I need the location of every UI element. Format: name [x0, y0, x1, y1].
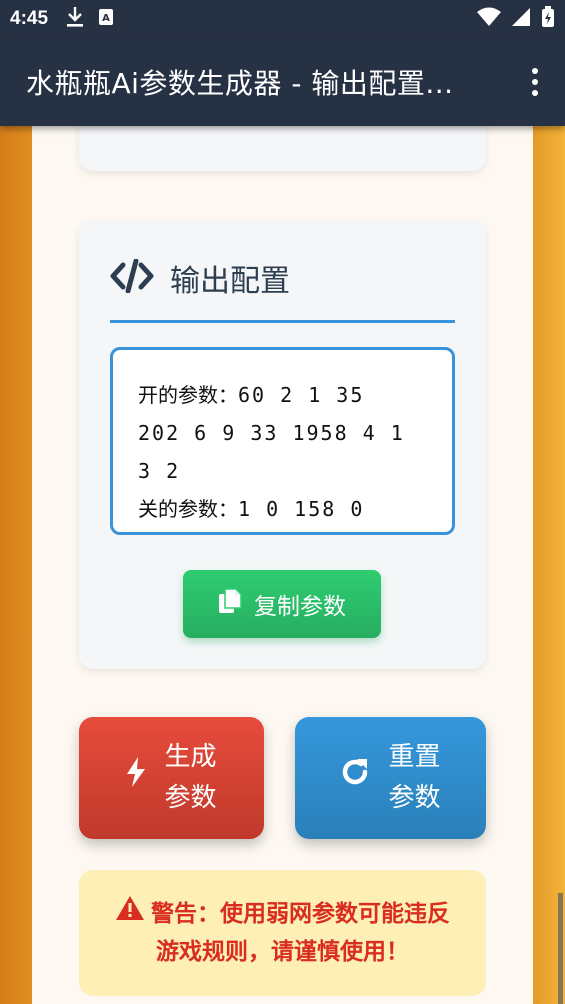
generate-label-1: 生成 [164, 742, 217, 772]
off-params-line: 关的参数：1 0 158 0 [138, 490, 428, 528]
reset-params-button[interactable]: 重置 参数 [295, 717, 486, 839]
on-params-line: 开的参数：60 2 1 35 [138, 376, 428, 414]
off-params-label: 关的参数： [138, 497, 238, 521]
app-title: 水瓶瓶Ai参数生成器 - 输出配置... [26, 67, 454, 100]
scrollbar[interactable] [558, 893, 563, 1004]
wifi-icon [477, 7, 501, 31]
warning-text-2: 游戏规则，请谨慎使用！ [156, 939, 409, 965]
on-params-values-2: 202 6 9 33 1958 4 1 [138, 421, 405, 445]
on-params-line-3: 3 2 [138, 452, 428, 490]
redo-icon [340, 757, 370, 800]
sim-card-icon: A [98, 8, 114, 30]
generate-params-button[interactable]: 生成 参数 [79, 717, 264, 839]
warning-box: 警告：使用弱网参数可能违反 游戏规则，请谨慎使用！ [79, 870, 486, 996]
copy-params-label: 复制参数 [254, 594, 346, 620]
on-params-values-3: 3 2 [138, 459, 181, 483]
status-time: 4:45 [10, 8, 49, 29]
bolt-icon [126, 756, 146, 800]
title-divider [110, 320, 455, 323]
warning-text-1: 警告：使用弱网参数可能违反 [151, 901, 450, 927]
signal-icon [511, 7, 531, 31]
svg-text:A: A [102, 13, 110, 24]
on-params-label: 开的参数： [138, 383, 238, 407]
download-icon [66, 6, 84, 32]
copy-icon [218, 588, 242, 620]
more-vert-icon[interactable] [505, 52, 565, 112]
output-config-card: 输出配置 开的参数：60 2 1 35 202 6 9 33 1958 4 1 … [79, 220, 486, 669]
reset-label-2: 参数 [388, 783, 441, 813]
card-header: 输出配置 [110, 256, 290, 300]
code-icon [110, 258, 154, 297]
battery-icon [541, 6, 555, 32]
output-box[interactable]: 开的参数：60 2 1 35 202 6 9 33 1958 4 1 3 2 关… [110, 347, 455, 535]
card-title: 输出配置 [170, 264, 290, 299]
on-params-line-2: 202 6 9 33 1958 4 1 [138, 414, 428, 452]
copy-params-button[interactable]: 复制参数 [183, 570, 381, 638]
background-left [0, 126, 32, 1004]
off-params-values: 1 0 158 0 [238, 497, 365, 521]
app-bar: 水瓶瓶Ai参数生成器 - 输出配置... [0, 38, 565, 126]
on-params-values-1: 60 2 1 35 [238, 383, 365, 407]
status-bar: 4:45 A [0, 0, 565, 38]
background-right [533, 126, 565, 1004]
generate-label-2: 参数 [164, 783, 217, 813]
warning-icon [115, 895, 145, 933]
reset-label-1: 重置 [388, 742, 441, 772]
